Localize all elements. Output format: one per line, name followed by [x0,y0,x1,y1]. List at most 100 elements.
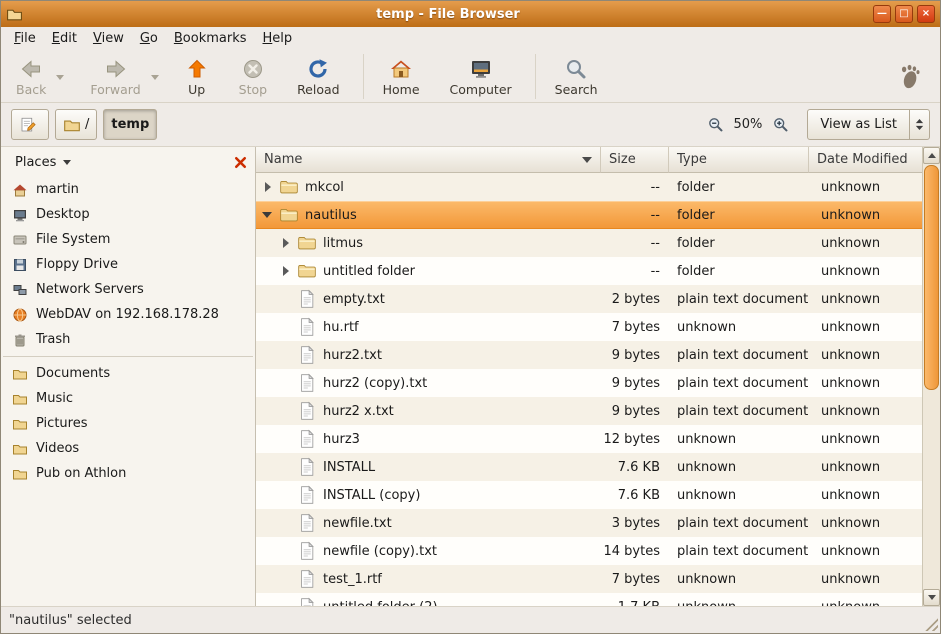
table-row[interactable]: litmus--folderunknown [256,229,922,257]
sidebar-item-network-servers[interactable]: Network Servers [1,277,255,302]
maximize-button[interactable]: □ [895,5,913,23]
collapsed-expander-icon[interactable] [280,237,293,250]
back-history-dropdown[interactable] [53,52,67,101]
column-header-label: Type [677,152,707,167]
computer-icon [469,57,493,81]
name-cell: untitled folder [256,257,601,285]
column-header-name[interactable]: Name [256,147,601,173]
indent-spacer [280,573,293,586]
combo-stepper-icon[interactable] [909,110,929,139]
column-header-type[interactable]: Type [669,147,809,173]
scrollbar-track[interactable] [923,164,940,589]
computer-button[interactable]: Computer [443,52,519,101]
table-row[interactable]: hurz2 x.txt9 bytesplain text documentunk… [256,397,922,425]
folder-icon [12,391,28,407]
resize-grip[interactable] [923,616,938,631]
sidebar-item-music[interactable]: Music [1,386,255,411]
table-row[interactable]: INSTALL (copy)7.6 KBunknownunknown [256,481,922,509]
table-row[interactable]: hurz312 bytesunknownunknown [256,425,922,453]
file-name: INSTALL (copy) [323,488,420,503]
place-label: WebDAV on 192.168.178.28 [36,307,219,322]
file-icon [297,401,317,421]
menu-view[interactable]: View [85,29,132,48]
back-button[interactable]: Back [9,52,53,101]
column-header-label: Name [264,152,302,167]
reload-button[interactable]: Reload [290,52,347,101]
file-icon [297,569,317,589]
table-row[interactable]: test_1.rtf7 bytesunknownunknown [256,565,922,593]
close-button[interactable]: × [917,5,935,23]
sidebar-item-videos[interactable]: Videos [1,436,255,461]
path-root-button[interactable]: / [55,109,97,140]
expanded-expander-icon[interactable] [262,209,275,222]
scroll-down-button[interactable] [923,589,940,606]
sidebar-item-documents[interactable]: Documents [1,361,255,386]
menu-edit[interactable]: Edit [44,29,85,48]
scrollbar-thumb[interactable] [924,165,939,390]
table-row[interactable]: hurz2 (copy).txt9 bytesplain text docume… [256,369,922,397]
zoom-out-icon[interactable] [707,116,724,133]
sidebar-item-desktop[interactable]: Desktop [1,202,255,227]
places-sidebar: Places martinDesktopFile SystemFloppy Dr… [1,147,256,606]
places-separator [3,356,253,357]
table-row[interactable]: mkcol--folderunknown [256,173,922,201]
table-row[interactable]: nautilus--folderunknown [256,201,922,229]
file-name: hurz2 (copy).txt [323,376,427,391]
search-button[interactable]: Search [548,52,605,101]
sidebar-item-pictures[interactable]: Pictures [1,411,255,436]
zoom-in-icon[interactable] [772,116,789,133]
table-row[interactable]: empty.txt2 bytesplain text documentunkno… [256,285,922,313]
place-label: Videos [36,441,79,456]
sidebar-item-file-system[interactable]: File System [1,227,255,252]
path-current-button[interactable]: temp [103,109,157,140]
folder-icon [12,466,28,482]
scroll-up-button[interactable] [923,147,940,164]
close-sidebar-icon[interactable] [232,154,249,171]
file-modified: unknown [809,369,922,397]
stop-button[interactable]: Stop [232,52,274,101]
arrow-up-icon [185,57,209,81]
forward-button[interactable]: Forward [83,52,147,101]
table-row[interactable]: newfile (copy).txt14 bytesplain text doc… [256,537,922,565]
minimize-button[interactable]: — [873,5,891,23]
file-size: 9 bytes [601,397,669,425]
indent-spacer [280,349,293,362]
name-cell: empty.txt [256,285,601,313]
menu-bookmarks[interactable]: Bookmarks [166,29,255,48]
file-modified: unknown [809,229,922,257]
up-button[interactable]: Up [178,52,216,101]
edit-location-button[interactable] [11,109,49,140]
file-size: -- [601,229,669,257]
file-size: 1.7 KB [601,593,669,606]
titlebar[interactable]: temp - File Browser — □ × [1,1,940,27]
places-dropdown[interactable]: Places [7,152,79,173]
vertical-scrollbar[interactable] [922,147,940,606]
sidebar-item-martin[interactable]: martin [1,177,255,202]
table-row[interactable]: newfile.txt3 bytesplain text documentunk… [256,509,922,537]
sidebar-item-floppy-drive[interactable]: Floppy Drive [1,252,255,277]
file-type: unknown [669,593,809,606]
table-row[interactable]: untitled folder--folderunknown [256,257,922,285]
file-name: empty.txt [323,292,385,307]
view-mode-select[interactable]: View as List [807,109,930,140]
main-area: Places martinDesktopFile SystemFloppy Dr… [1,147,940,606]
menu-go[interactable]: Go [132,29,166,48]
table-row[interactable]: INSTALL7.6 KBunknownunknown [256,453,922,481]
home-button[interactable]: Home [376,52,427,101]
menu-file[interactable]: File [6,29,44,48]
sidebar-item-trash[interactable]: Trash [1,327,255,352]
table-row[interactable]: untitled folder (2)1.7 KBunknownunknown [256,593,922,606]
table-row[interactable]: hu.rtf7 bytesunknownunknown [256,313,922,341]
file-modified: unknown [809,201,922,229]
sidebar-item-pub-on-athlon[interactable]: Pub on Athlon [1,461,255,486]
collapsed-expander-icon[interactable] [280,265,293,278]
menu-help[interactable]: Help [255,29,301,48]
name-cell: hurz2 x.txt [256,397,601,425]
column-header-size[interactable]: Size [601,147,669,173]
forward-history-dropdown[interactable] [148,52,162,101]
sidebar-item-webdav-on-192-168-178-28[interactable]: WebDAV on 192.168.178.28 [1,302,255,327]
column-header-date[interactable]: Date Modified [809,147,922,173]
table-row[interactable]: hurz2.txt9 bytesplain text documentunkno… [256,341,922,369]
stop-group: Stop [232,52,274,101]
collapsed-expander-icon[interactable] [262,181,275,194]
